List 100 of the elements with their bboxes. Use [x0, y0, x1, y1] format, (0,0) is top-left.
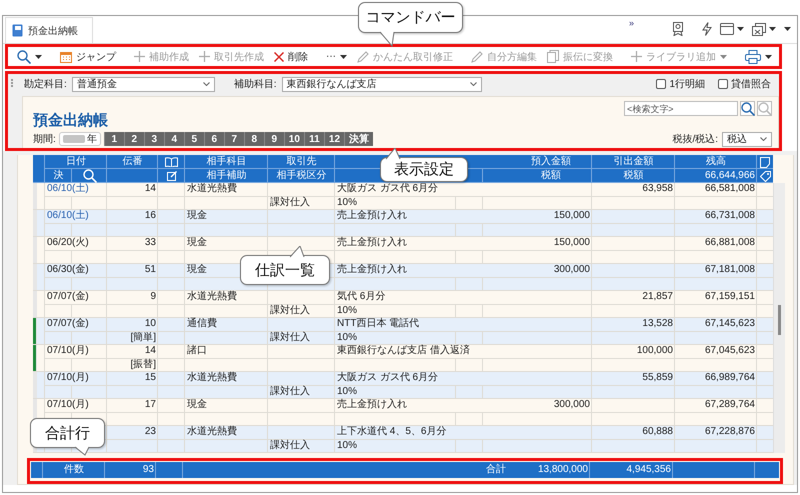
table-cell-text: 大阪ガス ガス代 6月分 — [336, 183, 440, 196]
date-cell-text: 06/10(土) — [46, 210, 90, 222]
search-icon — [17, 50, 31, 64]
blurred-text — [62, 135, 85, 143]
month-button[interactable]: 7 — [224, 132, 244, 146]
amount-cell-text: 55,859 — [641, 372, 674, 384]
month-button[interactable]: 8 — [244, 132, 264, 146]
callout-tail — [386, 148, 402, 160]
scrollbar-thumb[interactable] — [778, 305, 781, 335]
table-cell-text: 10% — [336, 440, 358, 452]
account-dropdown[interactable]: 普通預金 — [72, 76, 215, 92]
date-cell-text: 07/07(金) — [46, 318, 90, 330]
table-cell-text: 課対仕入 — [269, 332, 311, 344]
table-cell-text: 東西銀行なんば支店 借入返済 — [336, 345, 471, 358]
table-cell-text: 10 — [144, 318, 157, 330]
column-header: 日付 — [65, 155, 87, 169]
column-header: 相手税区分 — [276, 169, 328, 183]
month-button[interactable]: 6 — [204, 132, 224, 146]
table-cell-text: 現金 — [186, 237, 208, 250]
amount-cell-text: 67,159,151 — [704, 291, 756, 304]
table-cell-text: [簡単] — [129, 332, 157, 344]
plus-icon — [134, 51, 145, 62]
year-field[interactable]: 年 — [58, 132, 101, 146]
field-label: 補助科目: — [234, 78, 277, 91]
close-icon — [274, 52, 284, 62]
amount-cell-text: 67,145,623 — [704, 318, 756, 330]
opening-balance: 66,644,966 — [704, 169, 756, 183]
caret-icon — [720, 54, 727, 58]
table-cell-text: 10% — [336, 196, 358, 209]
more-button[interactable]: ··· — [321, 48, 352, 66]
search-icon — [758, 102, 772, 116]
tag-icon[interactable] — [760, 170, 770, 182]
column-header: 相手補助 — [206, 169, 248, 183]
table-cell-text: 現金 — [186, 399, 208, 412]
total-count: 93 — [142, 463, 155, 477]
date-cell-text: 07/07(金) — [46, 291, 90, 304]
table-cell-text: 通信費 — [186, 318, 218, 330]
month-button[interactable]: 4 — [164, 132, 184, 146]
sub-account-dropdown[interactable]: 東西銀行なんば支店 — [282, 76, 482, 92]
toolbar-button[interactable]: 削除 — [269, 48, 313, 66]
amount-cell-text: 13,528 — [641, 318, 674, 330]
window-icon[interactable] — [720, 23, 734, 35]
stacked-windows-icon[interactable] — [752, 22, 766, 36]
overflow-button[interactable]: » — [628, 18, 634, 28]
month-button[interactable]: 9 — [264, 132, 284, 146]
month-button[interactable]: 12 — [324, 132, 344, 146]
toolbar-button[interactable]: ジャンプ — [55, 48, 121, 66]
column-header: 決 — [52, 169, 64, 183]
total-amount: 13,800,000 — [536, 463, 589, 477]
scrollbar[interactable] — [773, 183, 785, 453]
table-cell-text: 課対仕入 — [269, 196, 311, 209]
amount-cell-text: 63,958 — [641, 183, 674, 196]
table-cell-text: 33 — [144, 237, 157, 250]
note-icon[interactable] — [760, 156, 770, 168]
table-cell-text: 10% — [336, 332, 358, 344]
callout: 合計行 — [30, 418, 105, 457]
year-suffix: 年 — [86, 133, 97, 146]
callout-tail — [290, 246, 306, 258]
month-button[interactable]: 11 — [304, 132, 324, 146]
total-amount: 4,945,356 — [626, 463, 672, 477]
table-cell-text: 16 — [144, 210, 157, 222]
month-button[interactable]: 10 — [284, 132, 304, 146]
checkbox[interactable] — [718, 79, 728, 89]
table-cell-text: 売上金預け入れ — [336, 237, 408, 250]
caret-icon — [784, 27, 791, 31]
checkbox[interactable] — [656, 79, 666, 89]
caret-icon — [765, 54, 772, 58]
column-header: 伝番 — [122, 155, 144, 169]
checkbox-label: 貸借照合 — [731, 78, 771, 91]
table-cell-text: 51 — [144, 264, 157, 276]
search-field[interactable]: <検索文字> — [624, 101, 738, 116]
bookmark-icon[interactable] — [672, 22, 684, 36]
table-cell-text: 大阪ガス ガス代 6月分 — [336, 372, 440, 384]
table-cell-text: 上下水道代 4、5、6月分 — [336, 426, 448, 438]
total-label: 件数 — [63, 463, 85, 477]
edit-icon[interactable] — [166, 171, 176, 181]
date-cell-text: 06/30(金) — [46, 264, 90, 276]
month-button[interactable]: 3 — [144, 132, 164, 146]
month-button[interactable]: 1 — [104, 132, 124, 146]
table-cell-text: 23 — [144, 426, 157, 438]
book-icon[interactable] — [165, 157, 178, 167]
document-tab[interactable]: 預金出納帳 — [5, 17, 93, 43]
caret-icon — [737, 27, 744, 31]
month-button[interactable]: 決算 — [344, 132, 374, 146]
table-cell-text: 17 — [144, 399, 157, 412]
tax-dropdown[interactable]: 税込 — [722, 132, 772, 146]
column-header: 相手科目 — [206, 155, 248, 169]
lightning-icon[interactable] — [702, 22, 712, 36]
table-cell-text: 課対仕入 — [269, 386, 311, 398]
callout: 表示設定 — [380, 148, 468, 182]
table-cell-text: [振替] — [129, 358, 157, 371]
callout: コマンドバー — [358, 2, 463, 48]
plus-icon — [631, 51, 642, 62]
ledger-title: 預金出納帳 — [33, 111, 109, 130]
month-button[interactable]: 2 — [124, 132, 144, 146]
date-cell-text: 07/10(月) — [46, 399, 90, 412]
field-label: 期間: — [33, 132, 56, 146]
search-button[interactable] — [740, 101, 755, 116]
month-button[interactable]: 5 — [184, 132, 204, 146]
pencil-icon — [471, 50, 483, 62]
